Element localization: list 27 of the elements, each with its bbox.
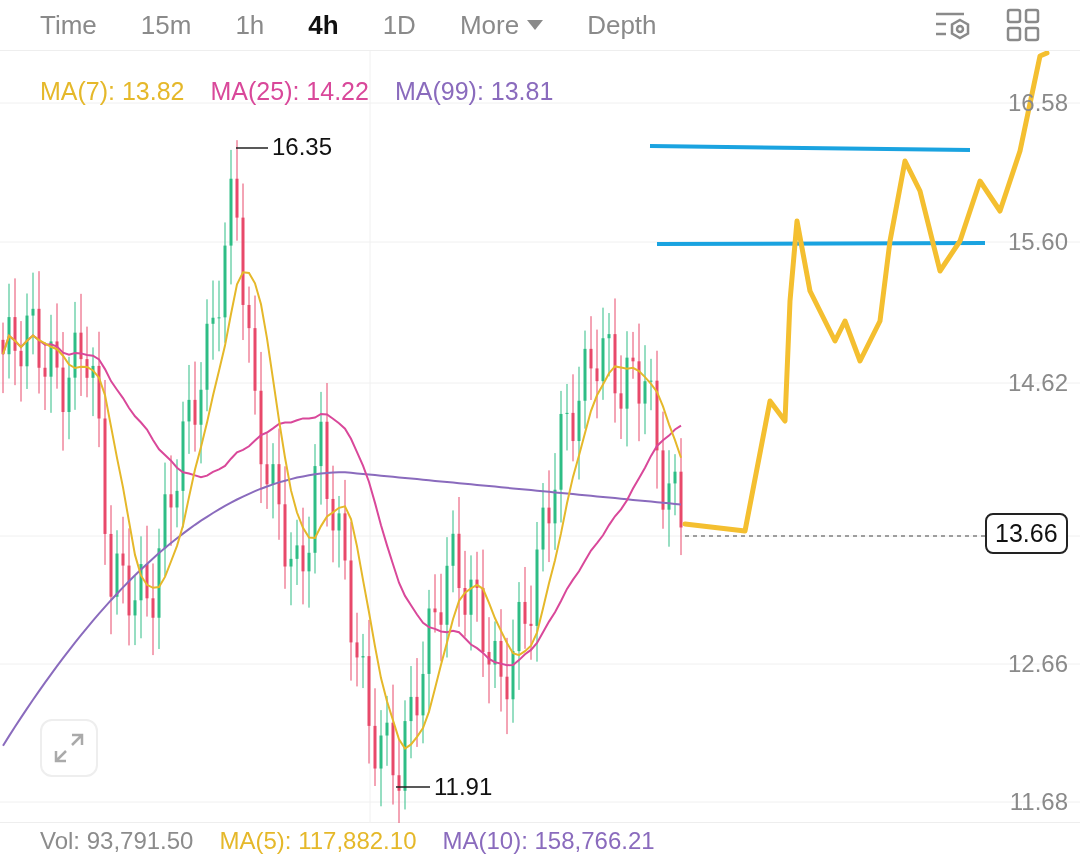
interval-tab[interactable]: Depth [587,5,657,45]
interval-tab[interactable]: 1D [382,5,416,45]
volume-legend-label: MA(5): 117,882.10 [219,826,417,856]
price-axis-label: 15.60 [1007,230,1068,254]
interval-tab[interactable]: More [459,5,544,45]
expand-icon [52,731,86,765]
interval-tab[interactable]: 15m [140,5,192,45]
volume-legend-label: MA(10): 158,766.21 [442,826,655,856]
ma-legend-label: MA(25): 14.22 [210,76,369,107]
low-price-label: 11.91 [434,775,493,799]
price-axis-label: 11.68 [1009,790,1068,814]
high-price-label: 16.35 [272,135,333,159]
leader-line [395,786,431,788]
interval-tab[interactable]: 1h [235,5,265,45]
fullscreen-button[interactable] [40,719,98,777]
price-axis-label: 12.66 [1007,652,1068,676]
ma-legend-label: MA(7): 13.82 [40,76,185,107]
last-price-tag: 13.66 [985,513,1068,554]
price-axis-label: 14.62 [1007,371,1068,395]
caret-icon [527,20,544,30]
settings-icon[interactable] [934,10,972,40]
leader-line [235,147,269,149]
interval-tab[interactable]: Time [40,5,97,45]
ma-legend-label: MA(99): 13.81 [394,76,554,107]
interval-tab[interactable]: 4h [308,5,339,45]
grid-icon[interactable] [1006,8,1040,42]
volume-legend-label: Vol: 93,791.50 [40,826,194,856]
